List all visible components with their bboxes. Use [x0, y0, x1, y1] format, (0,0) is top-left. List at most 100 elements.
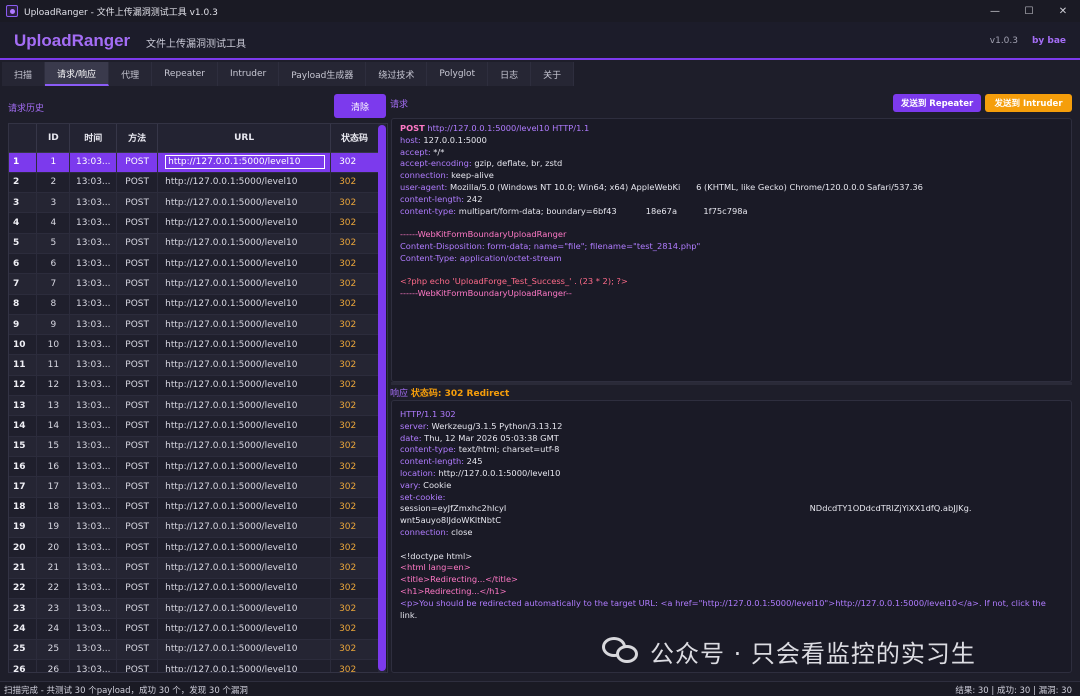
scrollbar-thumb[interactable] — [378, 125, 386, 671]
cell-url: http://127.0.0.1:5000/level10 — [157, 334, 332, 356]
body-line: ------WebKitFormBoundaryUploadRanger — [400, 229, 567, 240]
column-header-time[interactable]: 时间 — [69, 124, 118, 153]
tab-9[interactable]: 关于 — [531, 62, 575, 86]
table-row[interactable]: 5 5 13:03... POST http://127.0.0.1:5000/leve… — [9, 233, 379, 254]
tab-3[interactable]: Repeater — [152, 62, 218, 86]
header-value: text/html; charset=utf-8 — [456, 444, 560, 455]
cell-url: http://127.0.0.1:5000/level10 — [157, 456, 332, 478]
table-row[interactable]: 9 9 13:03... POST http://127.0.0.1:5000/leve… — [9, 314, 379, 336]
table-header-row: ID 时间 方法 URL 状态码 — [9, 124, 379, 153]
cell-url: http://127.0.0.1:5000/level10 — [157, 233, 332, 254]
table-row[interactable]: 16 16 13:03... POST http://127.0.0.1:5000/le… — [9, 456, 379, 478]
cell-status: 302 — [330, 233, 379, 254]
tab-0[interactable]: 扫描 — [2, 62, 46, 86]
cell-method: POST — [116, 456, 159, 478]
clear-button[interactable]: 清除 — [334, 94, 386, 118]
table-row[interactable]: 6 6 13:03... POST http://127.0.0.1:5000/leve… — [9, 253, 379, 275]
table-row[interactable]: 21 21 13:03... POST http://127.0.0.1:5000/le… — [9, 557, 379, 579]
table-row[interactable]: 4 4 13:03... POST http://127.0.0.1:5000/leve… — [9, 212, 379, 234]
column-header-status[interactable]: 状态码 — [330, 124, 379, 153]
header-key: content-type: — [400, 205, 457, 216]
table-row[interactable]: 25 25 13:03... POST http://127.0.0.1:5000/le… — [9, 639, 379, 660]
cell-url: http://127.0.0.1:5000/level10 — [157, 537, 332, 559]
header-key: server: — [400, 420, 429, 431]
app-icon — [6, 5, 18, 17]
cell-method: POST — [116, 212, 159, 234]
table-row[interactable]: 19 19 13:03... POST http://127.0.0.1:5000/le… — [9, 517, 379, 539]
table-row[interactable]: 22 22 13:03... POST http://127.0.0.1:5000/le… — [9, 578, 379, 600]
table-row[interactable]: 15 15 13:03... POST http://127.0.0.1:5000/le… — [9, 436, 379, 457]
header-line: location: http://127.0.0.1:5000/level10 — [400, 468, 1071, 480]
status-summary: 结果: 30 | 成功: 30 | 漏洞: 30 — [955, 686, 1072, 696]
body-line: <title>Redirecting...</title> — [400, 574, 519, 585]
header-value: Mozilla/5.0 (Windows NT 10.0; Win64; x64… — [447, 181, 923, 192]
column-header-url[interactable]: URL — [157, 124, 332, 153]
table-row[interactable]: 3 3 13:03... POST http://127.0.0.1:5000/leve… — [9, 192, 379, 214]
table-row[interactable]: 2 2 13:03... POST http://127.0.0.1:5000/leve… — [9, 172, 379, 194]
body-line: <h1>Redirecting...</h1> — [400, 585, 507, 596]
history-scrollbar[interactable] — [378, 124, 386, 672]
tab-5[interactable]: Payload生成器 — [279, 62, 367, 86]
header-key: accept: — [400, 146, 431, 157]
request-editor[interactable]: POST http://127.0.0.1:5000/level10 HTTP/… — [391, 118, 1072, 382]
cell-method: POST — [116, 578, 159, 600]
table-row[interactable]: 18 18 13:03... POST http://127.0.0.1:5000/le… — [9, 497, 379, 518]
table-row[interactable]: 13 13 13:03... POST http://127.0.0.1:5000/le… — [9, 395, 379, 417]
close-icon[interactable]: ✕ — [1046, 0, 1080, 22]
table-row[interactable]: 14 14 13:03... POST http://127.0.0.1:5000/le… — [9, 415, 379, 437]
cell-method: POST — [116, 192, 159, 214]
table-row[interactable]: 1 1 13:03... POST http://127.0.0.1:5000/leve… — [9, 152, 379, 173]
tab-6[interactable]: 绕过技术 — [366, 62, 428, 86]
request-label: 请求 — [390, 100, 409, 110]
cell-status: 302 — [330, 578, 379, 600]
header-key: connection: — [400, 526, 449, 537]
cell-status: 302 — [330, 152, 379, 173]
tab-2[interactable]: 代理 — [109, 62, 153, 86]
row-number: 23 — [9, 598, 38, 620]
column-header-rownum[interactable] — [9, 124, 38, 153]
table-row[interactable]: 17 17 13:03... POST http://127.0.0.1:5000/le… — [9, 476, 379, 498]
row-number: 22 — [9, 578, 38, 600]
table-row[interactable]: 11 11 13:03... POST http://127.0.0.1:5000/le… — [9, 354, 379, 376]
column-header-method[interactable]: 方法 — [116, 124, 159, 153]
row-number: 19 — [9, 517, 38, 539]
cell-time: 13:03... — [69, 294, 118, 315]
tab-1[interactable]: 请求/响应 — [45, 62, 110, 86]
table-row[interactable]: 23 23 13:03... POST http://127.0.0.1:5000/le… — [9, 598, 379, 620]
cell-method: POST — [116, 314, 159, 336]
cell-method: POST — [116, 639, 159, 660]
table-row[interactable]: 24 24 13:03... POST http://127.0.0.1:5000/le… — [9, 618, 379, 640]
table-row[interactable]: 7 7 13:03... POST http://127.0.0.1:5000/leve… — [9, 273, 379, 295]
send-to-intruder-button[interactable]: 发送到 Intruder — [985, 94, 1072, 112]
tab-4[interactable]: Intruder — [218, 62, 280, 86]
header-value: 242 — [464, 193, 483, 204]
header-key: vary: — [400, 479, 421, 490]
cell-time: 13:03... — [69, 273, 118, 295]
cell-time: 13:03... — [69, 172, 118, 194]
table-row[interactable]: 10 10 13:03... POST http://127.0.0.1:5000/le… — [9, 334, 379, 356]
version-label: v1.0.3 — [989, 36, 1018, 46]
cell-url: http://127.0.0.1:5000/level10 — [157, 314, 332, 336]
tab-8[interactable]: 日志 — [488, 62, 532, 86]
header-value: Thu, 12 Mar 2026 05:03:38 GMT — [421, 432, 559, 443]
table-row[interactable]: 8 8 13:03... POST http://127.0.0.1:5000/leve… — [9, 294, 379, 315]
table-row[interactable]: 20 20 13:03... POST http://127.0.0.1:5000/le… — [9, 537, 379, 559]
header-value: multipart/form-data; boundary=6bf43 18e6… — [456, 205, 748, 216]
maximize-icon[interactable]: ☐ — [1012, 0, 1046, 22]
send-to-repeater-button[interactable]: 发送到 Repeater — [893, 94, 981, 112]
cell-id: 22 — [36, 578, 71, 600]
cell-url: http://127.0.0.1:5000/level10 — [157, 578, 332, 600]
tab-7[interactable]: Polyglot — [427, 62, 489, 86]
table-row[interactable]: 12 12 13:03... POST http://127.0.0.1:5000/le… — [9, 375, 379, 397]
pane-splitter[interactable] — [391, 382, 1072, 385]
url-edit-box[interactable]: http://127.0.0.1:5000/level10 — [165, 155, 326, 170]
cell-method: POST — [116, 294, 159, 315]
window-title: UploadRanger - 文件上传漏洞测试工具 v1.0.3 — [24, 7, 218, 18]
minimize-icon[interactable]: — — [978, 0, 1012, 22]
column-header-id[interactable]: ID — [36, 124, 71, 153]
header-line: host: 127.0.0.1:5000 — [400, 135, 1071, 147]
header-value: Cookie — [420, 479, 452, 490]
table-row[interactable]: 26 26 13:03... POST http://127.0.0.1:5000/le… — [9, 659, 379, 672]
cell-id: 9 — [36, 314, 71, 336]
header-key: set-cookie: — [400, 491, 446, 502]
